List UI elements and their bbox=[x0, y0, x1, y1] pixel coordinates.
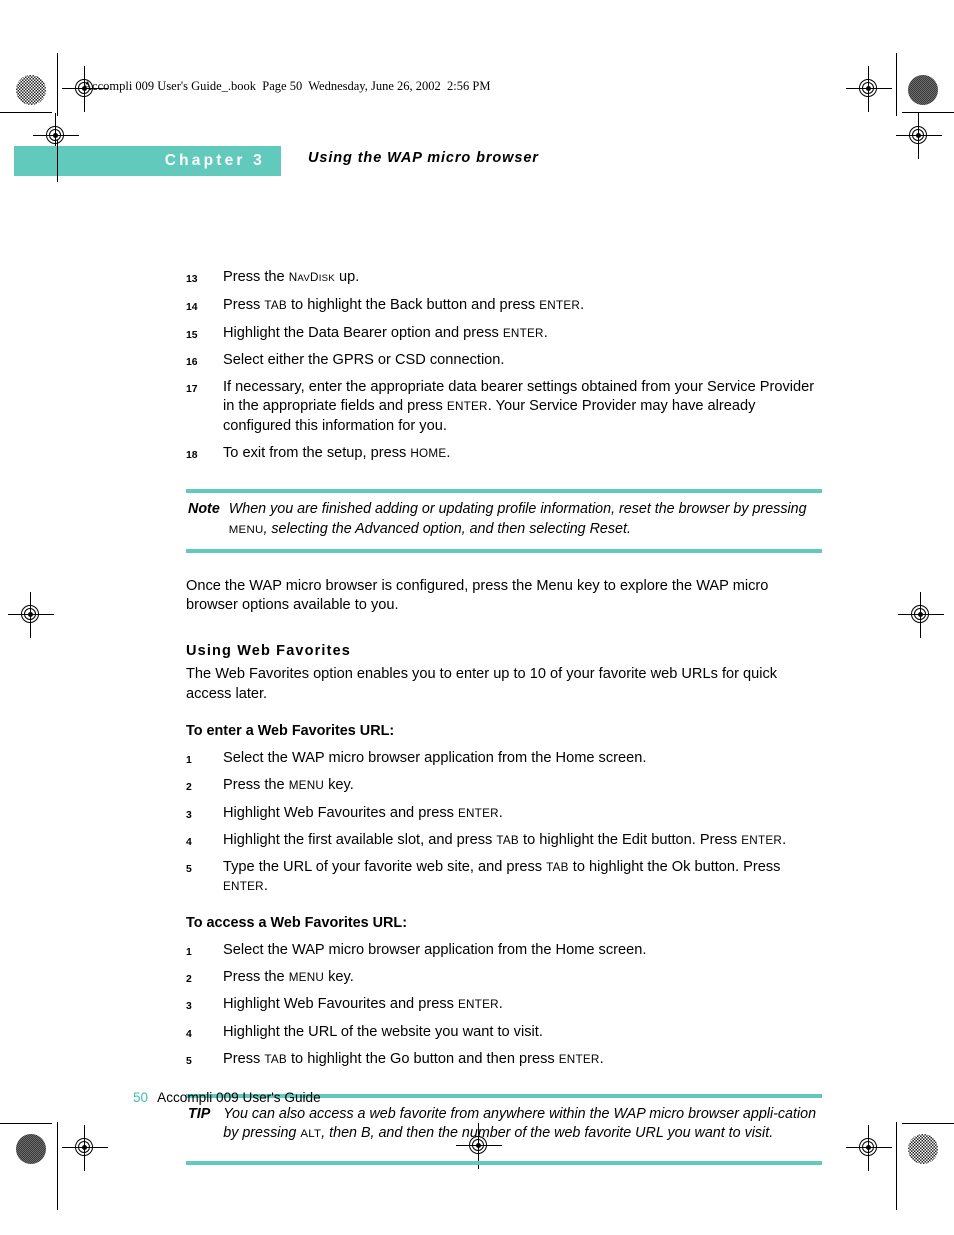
continued-steps-list: 13 Press the NAVDISK up. 14 Press TAB to… bbox=[186, 268, 822, 463]
registration-mark-top-right-inner bbox=[896, 113, 942, 159]
note-body: Note When you are finished adding or upd… bbox=[186, 493, 822, 548]
list-item: 13 Press the NAVDISK up. bbox=[186, 268, 822, 288]
note-label: Note bbox=[188, 501, 220, 518]
step-number: 18 bbox=[186, 450, 198, 462]
registration-mark-left-middle bbox=[8, 592, 54, 638]
list-item: 17 If necessary, enter the appropriate d… bbox=[186, 378, 822, 436]
step-text: Select either the GPRS or CSD connection… bbox=[223, 351, 505, 368]
step-text: Highlight the Data Bearer option and pre… bbox=[223, 324, 548, 341]
halftone-dot-top-left bbox=[16, 75, 46, 105]
step-number: 1 bbox=[186, 754, 192, 766]
registration-mark-bottom-right bbox=[846, 1125, 892, 1171]
step-text: Press the MENU key. bbox=[223, 969, 354, 986]
list-item: 4 Highlight the URL of the website you w… bbox=[186, 1023, 822, 1042]
list-item: 14 Press TAB to highlight the Back butto… bbox=[186, 296, 822, 315]
list-item: 18 To exit from the setup, press HOME. bbox=[186, 444, 822, 463]
step-number: 15 bbox=[186, 329, 198, 341]
tip-rule-bottom bbox=[186, 1160, 822, 1165]
chapter-label: Chapter 3 bbox=[164, 152, 265, 169]
book-header-line: Accompli 009 User's Guide_.book Page 50 … bbox=[83, 79, 491, 93]
document-page: Accompli 009 User's Guide_.book Page 50 … bbox=[0, 0, 954, 1235]
step-number: 13 bbox=[186, 274, 198, 285]
list-item: 3 Highlight Web Favourites and press ENT… bbox=[186, 995, 822, 1014]
step-text: To exit from the setup, press HOME. bbox=[223, 445, 451, 462]
step-text: If necessary, enter the appropriate data… bbox=[223, 379, 815, 434]
registration-mark-top-right bbox=[846, 66, 892, 112]
step-number: 5 bbox=[186, 1055, 192, 1067]
trim-line-right-vertical-lower bbox=[896, 1122, 897, 1210]
chapter-subject: Using the WAP micro browser bbox=[308, 150, 539, 166]
enter-procedure-list: 1 Select the WAP micro browser applicati… bbox=[186, 749, 822, 897]
registration-mark-bottom-left bbox=[62, 1125, 108, 1171]
trim-line-top-right-horizontal bbox=[902, 112, 954, 113]
list-item: 5 Type the URL of your favorite web site… bbox=[186, 858, 822, 897]
list-item: 16 Select either the GPRS or CSD connect… bbox=[186, 351, 822, 370]
trim-line-right-vertical bbox=[896, 53, 897, 116]
step-text: Type the URL of your favorite web site, … bbox=[223, 859, 781, 895]
trim-line-bottom-right-horizontal bbox=[902, 1123, 954, 1124]
step-number: 4 bbox=[186, 836, 192, 848]
step-text: Highlight Web Favourites and press ENTER… bbox=[223, 996, 503, 1013]
step-text: Highlight Web Favourites and press ENTER… bbox=[223, 804, 503, 821]
page-footer: 50 Accompli 009 User's Guide bbox=[133, 1090, 321, 1105]
note-rule-bottom bbox=[186, 548, 822, 553]
chapter-banner: Chapter 3 bbox=[14, 146, 281, 176]
halftone-dot-top-right bbox=[908, 75, 938, 105]
halftone-dot-bottom-left bbox=[16, 1134, 46, 1164]
step-text: Highlight the URL of the website you wan… bbox=[223, 1023, 543, 1040]
list-item: 5 Press TAB to highlight the Go button a… bbox=[186, 1050, 822, 1069]
step-number: 16 bbox=[186, 356, 198, 368]
subheading-to-access-web-favorites-url: To access a Web Favorites URL: bbox=[186, 914, 407, 931]
tip-label: TIP bbox=[188, 1106, 211, 1123]
footer-page-number: 50 bbox=[133, 1090, 149, 1105]
step-text: Select the WAP micro browser application… bbox=[223, 749, 647, 766]
note-callout: Note When you are finished adding or upd… bbox=[186, 489, 822, 553]
step-text: Highlight the first available slot, and … bbox=[223, 831, 787, 848]
list-item: 15 Highlight the Data Bearer option and … bbox=[186, 324, 822, 343]
step-number: 3 bbox=[186, 1001, 192, 1013]
step-number: 2 bbox=[186, 974, 192, 986]
trim-line-left-vertical-lower bbox=[57, 1122, 58, 1210]
trim-line-top-left-horizontal bbox=[0, 112, 52, 113]
trim-line-bottom-left-horizontal bbox=[0, 1123, 52, 1124]
list-item: 4 Highlight the first available slot, an… bbox=[186, 831, 822, 850]
access-procedure-list: 1 Select the WAP micro browser applicati… bbox=[186, 941, 822, 1069]
section-heading-using-web-favorites: Using Web Favorites bbox=[186, 643, 352, 660]
list-item: 3 Highlight Web Favourites and press ENT… bbox=[186, 804, 822, 823]
step-text: Press the NAVDISK up. bbox=[223, 269, 360, 285]
page-content: 13 Press the NAVDISK up. 14 Press TAB to… bbox=[186, 268, 822, 1165]
list-item: 1 Select the WAP micro browser applicati… bbox=[186, 941, 822, 960]
list-item: 1 Select the WAP micro browser applicati… bbox=[186, 749, 822, 768]
step-number: 5 bbox=[186, 864, 192, 876]
registration-mark-right-middle bbox=[898, 592, 944, 638]
list-item: 2 Press the MENU key. bbox=[186, 776, 822, 795]
step-text: Press TAB to highlight the Back button a… bbox=[223, 297, 585, 314]
body-paragraph: Once the WAP micro browser is configured… bbox=[186, 577, 769, 614]
subheading-to-enter-web-favorites-url: To enter a Web Favorites URL: bbox=[186, 722, 395, 739]
note-text: When you are finished adding or updating… bbox=[228, 501, 807, 537]
trim-line-left-vertical bbox=[57, 53, 58, 116]
step-number: 3 bbox=[186, 809, 192, 821]
step-number: 14 bbox=[186, 302, 198, 314]
step-text: Select the WAP micro browser application… bbox=[223, 941, 647, 958]
footer-title: Accompli 009 User's Guide bbox=[157, 1090, 321, 1105]
halftone-dot-bottom-right bbox=[908, 1134, 938, 1164]
tip-text: You can also access a web favorite from … bbox=[223, 1106, 817, 1142]
list-item: 2 Press the MENU key. bbox=[186, 968, 822, 987]
step-text: Press TAB to highlight the Go button and… bbox=[223, 1050, 604, 1067]
step-text: Press the MENU key. bbox=[223, 777, 354, 794]
step-number: 4 bbox=[186, 1028, 192, 1040]
step-number: 17 bbox=[186, 384, 198, 396]
section-intro-paragraph: The Web Favorites option enables you to … bbox=[186, 666, 778, 702]
step-number: 2 bbox=[186, 782, 192, 794]
tip-body: TIP You can also access a web favorite f… bbox=[186, 1098, 822, 1160]
step-number: 1 bbox=[186, 946, 192, 958]
